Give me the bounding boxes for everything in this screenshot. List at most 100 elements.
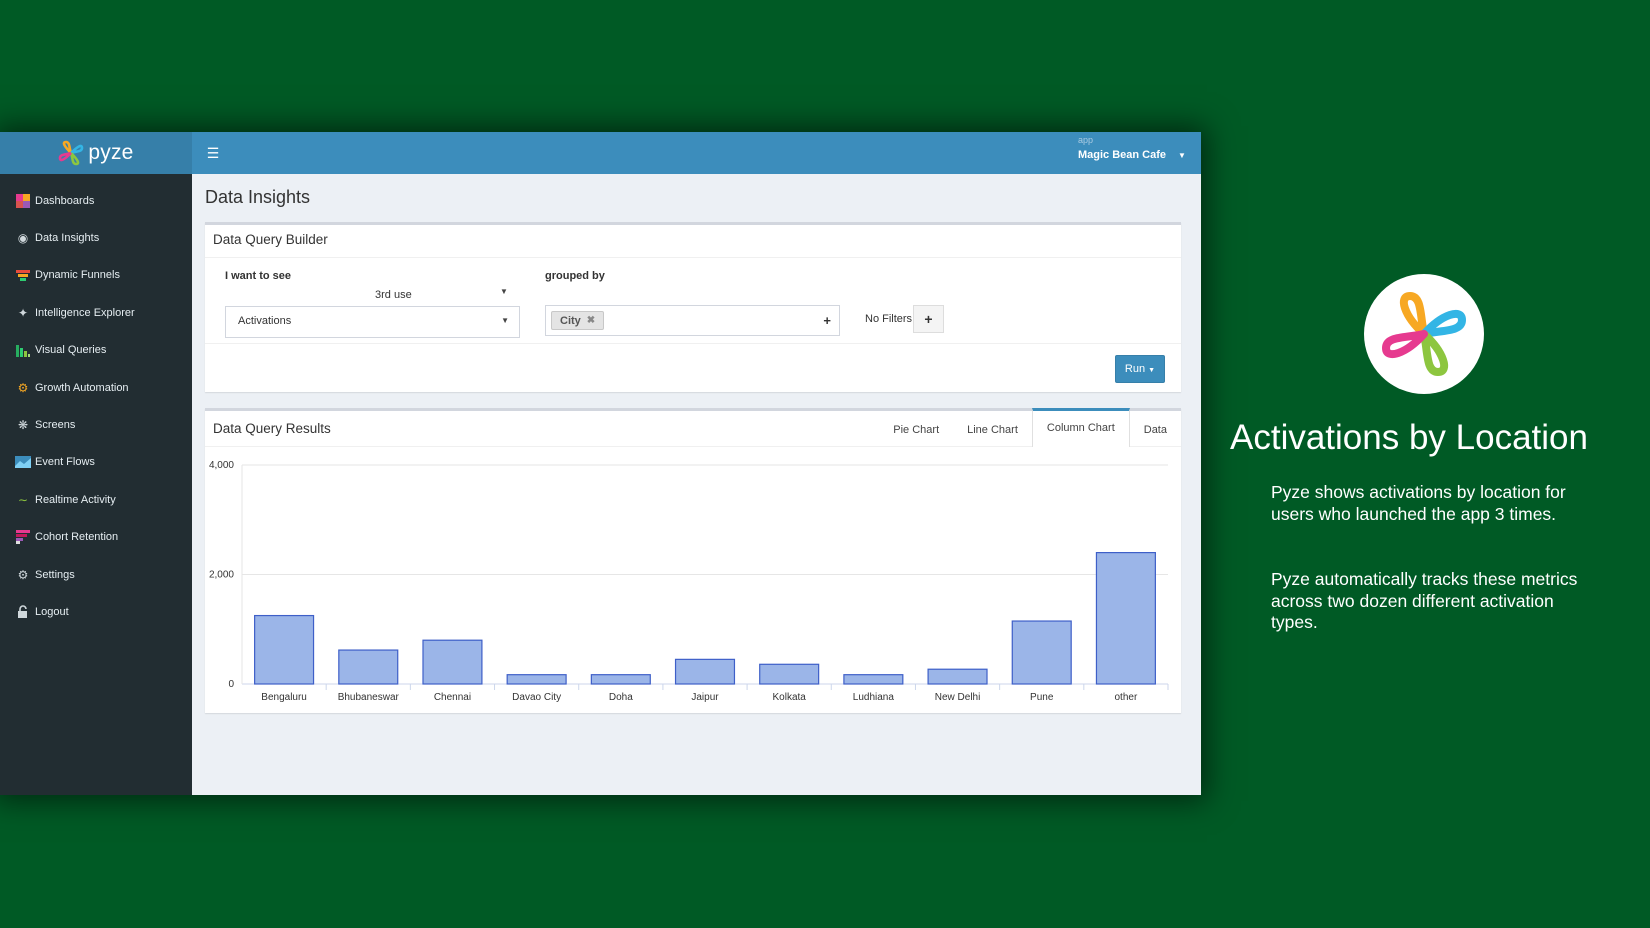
app-switcher-name: Magic Bean Cafe [1078,149,1167,161]
event-flows-icon [15,454,31,470]
chart-bar [338,649,399,685]
brand-name: pyze [88,141,134,164]
tab-pie-chart[interactable]: Pie Chart [879,411,953,447]
pyze-logo-icon [1381,291,1467,377]
tab-line-chart[interactable]: Line Chart [953,411,1032,447]
x-tick-label: other [1115,692,1138,703]
sidebar-item-cohort-retention[interactable]: Cohort Retention [0,519,192,556]
sidebar-item-label: Cohort Retention [35,531,119,544]
y-tick-label: 2,000 [209,570,234,581]
y-tick-label: 4,000 [209,460,234,471]
x-tick-label: New Delhi [935,692,981,703]
sidebar-item-screens[interactable]: ❋ Screens [0,406,192,443]
metric-select-value: Activations [238,315,292,327]
run-button[interactable]: Run ▼ [1115,355,1165,383]
screens-icon: ❋ [17,418,29,433]
sidebar-item-label: Logout [35,605,69,618]
sidebar-item-realtime-activity[interactable]: ∼ Realtime Activity [0,481,192,518]
gears-icon: ⚙ [17,380,29,395]
y-tick-label: 0 [228,679,234,690]
unlock-icon [15,604,31,620]
x-tick-label: Kolkata [773,692,807,703]
sidebar-item-settings[interactable]: ⚙ Settings [0,556,192,593]
chart-bar [674,658,736,685]
chart-type-tabs: Pie Chart Line Chart Column Chart Data [879,408,1181,447]
sidebar: Dashboards ◉ Data Insights Dynamic Funne… [0,174,192,795]
x-tick-label: Ludhiana [853,692,895,703]
sidebar-item-label: Data Insights [35,232,100,245]
gear-icon: ⚙ [17,567,29,582]
chart-bar [590,674,651,685]
group-by-tag-label: City [560,314,581,327]
visual-queries-icon [15,342,31,358]
chart-bar [1095,551,1156,685]
query-results-panel: Data Query Results Pie Chart Line Chart … [205,408,1181,713]
explorer-icon: ✦ [17,305,29,320]
tab-column-chart[interactable]: Column Chart [1031,408,1130,447]
dashboard-icon [15,193,31,209]
realtime-icon: ∼ [17,492,29,507]
want-to-see-label: I want to see [225,270,292,282]
sidebar-item-event-flows[interactable]: Event Flows [0,444,192,481]
chart-bar [843,674,904,685]
use-count-select[interactable]: 3rd use [375,289,412,301]
column-chart: 0 2,000 4,000 Bengaluru Bhubaneswar Chennai Da… [209,460,1169,703]
hamburger-menu-icon[interactable]: ☰ [203,143,223,163]
divider [205,343,1181,344]
cohort-icon [15,529,31,545]
chart-bar [759,663,820,685]
sidebar-item-label: Settings [35,568,75,581]
chart-bar [422,639,483,685]
sidebar-item-label: Visual Queries [35,344,107,357]
promo-paragraph: Pyze shows activations by location for u… [1271,482,1566,524]
filters-status: No Filters [865,313,913,325]
caret-down-icon: ▼ [1178,151,1186,160]
query-builder-title: Data Query Builder [205,225,1181,258]
funnel-icon [15,267,31,283]
pyze-logo-icon [59,140,84,166]
sidebar-item-label: Screens [35,419,76,432]
sidebar-item-label: Growth Automation [35,381,129,394]
add-group-icon[interactable]: + [823,313,831,328]
sidebar-item-label: Event Flows [35,456,95,469]
insights-icon: ◉ [17,231,29,246]
grouped-by-label: grouped by [545,270,605,282]
group-by-tag[interactable]: City ✖ [551,311,605,330]
add-filter-button[interactable]: + [913,305,944,333]
app-window: pyze ☰ app Magic Bean Cafe ▼ Dashboards ◉… [0,132,1201,795]
x-tick-label: Davao City [512,692,561,703]
sidebar-item-label: Dashboards [35,194,95,207]
remove-tag-icon[interactable]: ✖ [587,315,595,326]
sidebar-item-intelligence-explorer[interactable]: ✦ Intelligence Explorer [0,294,192,331]
sidebar-item-data-insights[interactable]: ◉ Data Insights [0,219,192,256]
app-switcher[interactable]: app Magic Bean Cafe ▼ [1078,135,1186,163]
sidebar-item-logout[interactable]: Logout [0,593,192,630]
x-tick-label: Jaipur [691,692,719,703]
query-builder-panel: Data Query Builder I want to see 3rd use… [205,222,1181,392]
promo-title: Activations by Location [1230,418,1588,457]
sidebar-item-dynamic-funnels[interactable]: Dynamic Funnels [0,257,192,294]
metric-select[interactable]: Activations ▼ [225,306,520,338]
sidebar-item-visual-queries[interactable]: Visual Queries [0,332,192,369]
chart-bar [254,614,315,685]
x-tick-label: Bhubaneswar [338,692,400,703]
sidebar-item-label: Intelligence Explorer [35,306,135,319]
caret-down-icon: ▼ [501,316,509,325]
caret-down-icon[interactable]: ▼ [500,287,508,296]
chart-bar [927,668,988,685]
chart-bar [1011,620,1072,685]
sidebar-item-growth-automation[interactable]: ⚙ Growth Automation [0,369,192,406]
x-tick-label: Chennai [434,692,471,703]
page-title: Data Insights [205,187,311,207]
sidebar-item-dashboards[interactable]: Dashboards [0,182,192,219]
app-switcher-label: app [1078,135,1094,145]
group-by-input[interactable]: City ✖ + [545,305,840,336]
tab-data[interactable]: Data [1130,411,1181,447]
sidebar-item-label: Dynamic Funnels [35,269,120,282]
x-tick-label: Doha [609,692,633,703]
chart-bar [506,674,567,685]
brand-logo[interactable]: pyze [0,132,192,174]
x-tick-label: Pune [1030,692,1054,703]
run-button-label: Run [1124,363,1146,375]
caret-down-icon: ▼ [1148,367,1156,374]
